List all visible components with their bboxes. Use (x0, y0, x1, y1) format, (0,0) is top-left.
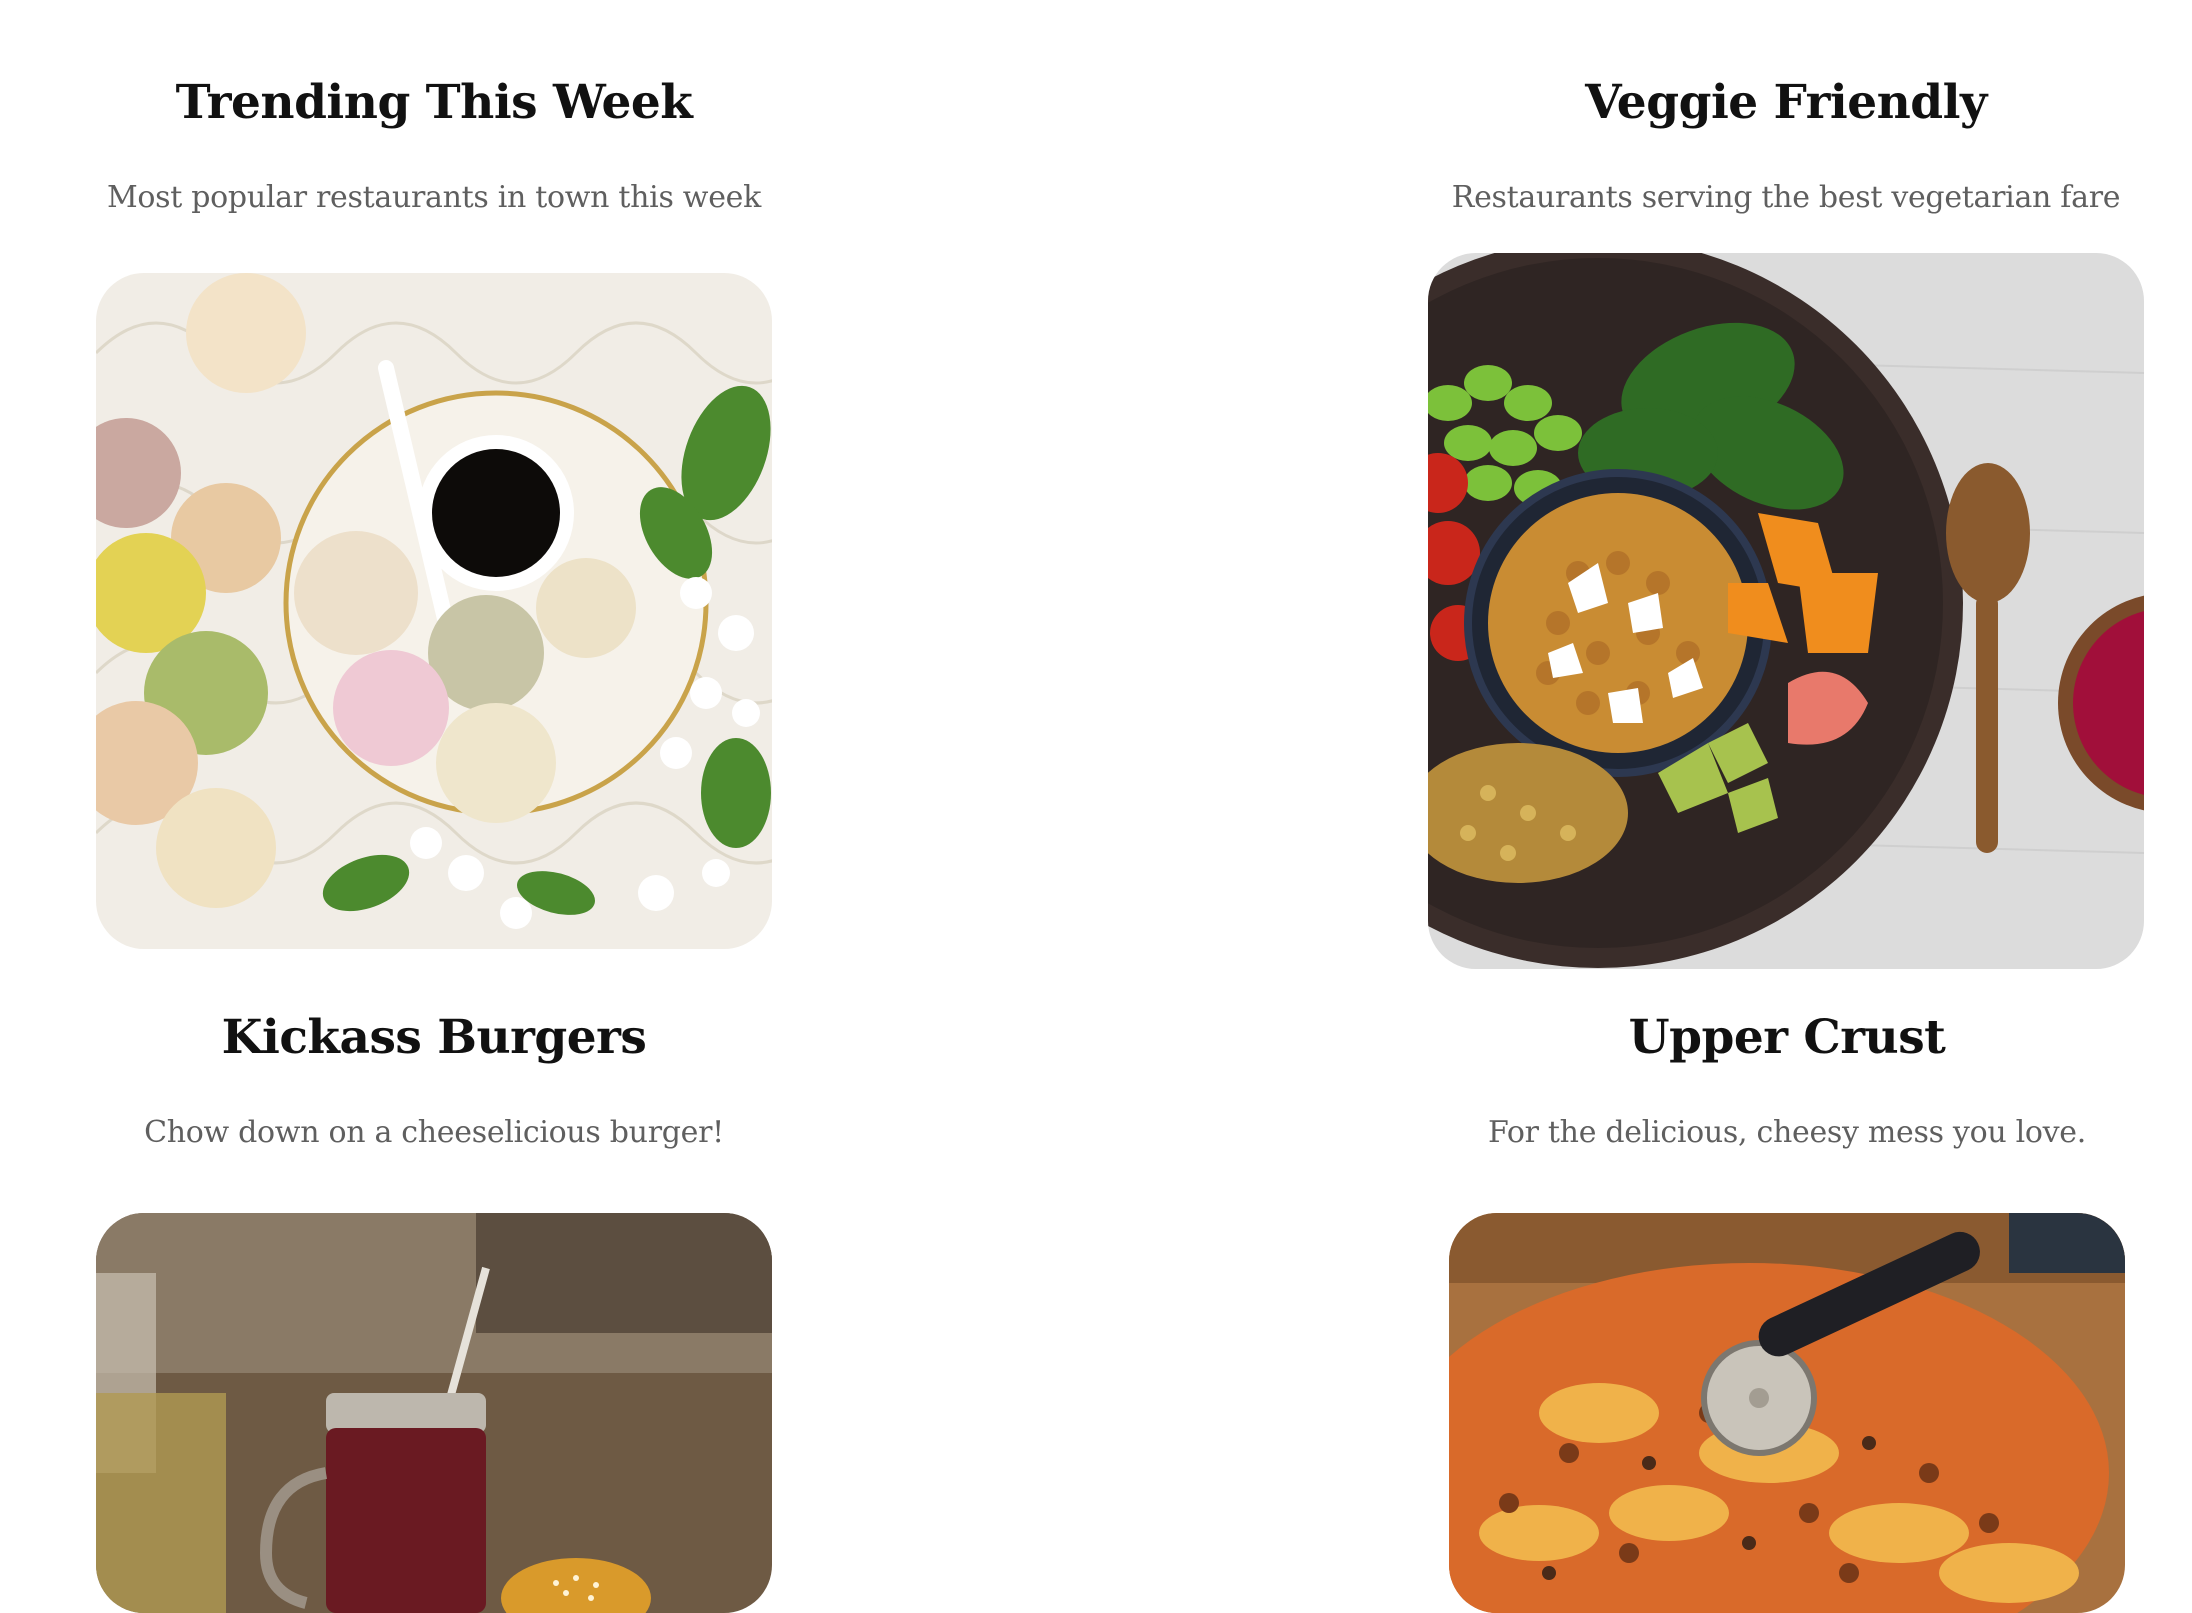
collection-title[interactable]: Veggie Friendly (1428, 75, 2144, 130)
collection-card-veggie[interactable]: Veggie Friendly Restaurants serving the … (1428, 60, 2144, 980)
collection-title[interactable]: Kickass Burgers (96, 1010, 772, 1065)
macarons-coffee-image[interactable] (96, 273, 772, 949)
collection-card-trending[interactable]: Trending This Week Most popular restaura… (96, 60, 772, 960)
collection-title[interactable]: Trending This Week (96, 75, 772, 130)
burger-drink-image[interactable] (96, 1213, 772, 1613)
collection-card-pizza[interactable]: Upper Crust For the delicious, cheesy me… (1449, 1000, 2125, 1613)
collection-subtitle: Most popular restaurants in town this we… (107, 180, 761, 215)
collection-subtitle: Chow down on a cheeselicious burger! (144, 1115, 724, 1150)
collection-title[interactable]: Upper Crust (1449, 1010, 2125, 1065)
collection-subtitle: For the delicious, cheesy mess you love. (1488, 1115, 2086, 1150)
collection-subtitle: Restaurants serving the best vegetarian … (1451, 180, 2121, 215)
pizza-image[interactable] (1449, 1213, 2125, 1613)
veggie-bowl-image[interactable] (1428, 253, 2144, 969)
collection-card-burgers[interactable]: Kickass Burgers Chow down on a cheeselic… (96, 1000, 772, 1613)
